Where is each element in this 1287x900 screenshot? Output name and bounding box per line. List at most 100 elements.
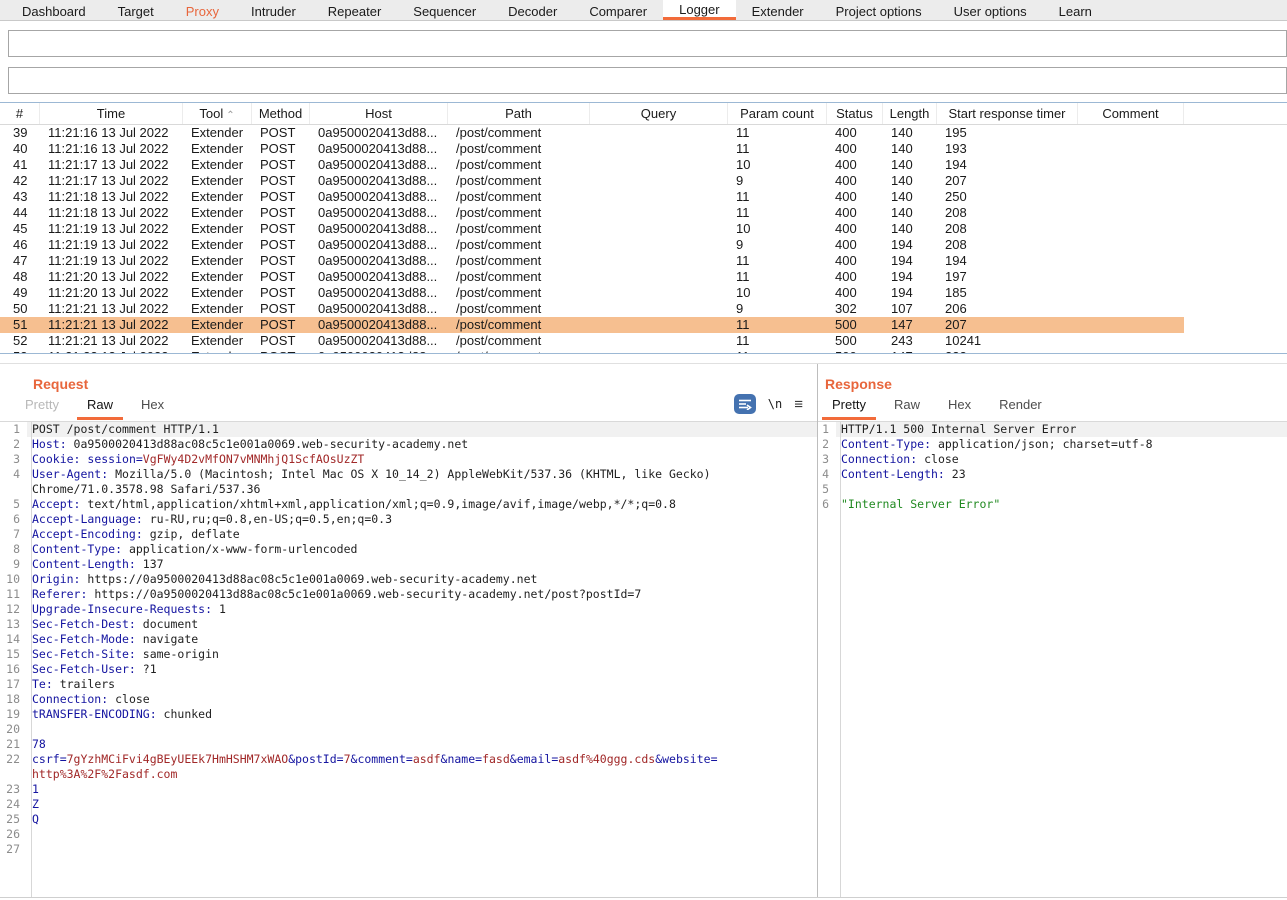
column-header-length[interactable]: Length xyxy=(883,103,937,124)
cell-query xyxy=(590,189,728,205)
line-number: 22 xyxy=(0,752,27,767)
main-tab-extender[interactable]: Extender xyxy=(736,0,820,20)
code-line: 4User-Agent: Mozilla/5.0 (Macintosh; Int… xyxy=(0,467,817,482)
column-header-comment[interactable]: Comment xyxy=(1078,103,1184,124)
cell-time: 11:21:19 13 Jul 2022 xyxy=(40,237,183,253)
cell-params: 9 xyxy=(728,301,827,317)
capture-filter-bar[interactable]: Capture filter: Logger memory limit set … xyxy=(8,30,1287,57)
cell-params: 11 xyxy=(728,317,827,333)
request-panel: Request PrettyRawHex \n ≡ 1POST /post/co… xyxy=(0,364,818,897)
main-tab-dashboard[interactable]: Dashboard xyxy=(6,0,102,20)
cell-query xyxy=(590,333,728,349)
column-header-query[interactable]: Query xyxy=(590,103,728,124)
nonprinting-chars-icon[interactable] xyxy=(734,394,756,414)
table-row[interactable]: 4711:21:19 13 Jul 2022ExtenderPOST0a9500… xyxy=(0,253,1184,269)
response-tab-hex[interactable]: Hex xyxy=(938,393,981,420)
code-text: 1 xyxy=(27,782,817,797)
cell-method: POST xyxy=(252,349,310,354)
code-text: Connection: close xyxy=(27,692,817,707)
line-number: 9 xyxy=(0,557,27,572)
line-number: 8 xyxy=(0,542,27,557)
code-text: Accept-Encoding: gzip, deflate xyxy=(27,527,817,542)
main-tab-target[interactable]: Target xyxy=(102,0,170,20)
column-header-path[interactable]: Path xyxy=(448,103,590,124)
column-header-method[interactable]: Method xyxy=(252,103,310,124)
cell-path: /post/comment xyxy=(448,141,590,157)
cell-comment xyxy=(1078,285,1184,301)
column-header-tool[interactable]: Tool⌃ xyxy=(183,103,252,124)
main-tab-repeater[interactable]: Repeater xyxy=(312,0,397,20)
cell-params: 10 xyxy=(728,285,827,301)
main-tab-learn[interactable]: Learn xyxy=(1043,0,1108,20)
cell-method: POST xyxy=(252,237,310,253)
main-tab-project-options[interactable]: Project options xyxy=(820,0,938,20)
code-line: 12Upgrade-Insecure-Requests: 1 xyxy=(0,602,817,617)
request-tab-hex[interactable]: Hex xyxy=(131,393,174,420)
code-text: tRANSFER-ENCODING: chunked xyxy=(27,707,817,722)
cell-time: 11:21:19 13 Jul 2022 xyxy=(40,221,183,237)
table-row[interactable]: 4411:21:18 13 Jul 2022ExtenderPOST0a9500… xyxy=(0,205,1184,221)
main-tab-intruder[interactable]: Intruder xyxy=(235,0,312,20)
main-tab-comparer[interactable]: Comparer xyxy=(573,0,663,20)
table-row[interactable]: 4311:21:18 13 Jul 2022ExtenderPOST0a9500… xyxy=(0,189,1184,205)
main-tab-user-options[interactable]: User options xyxy=(938,0,1043,20)
column-header-params[interactable]: Param count xyxy=(728,103,827,124)
column-header-timer[interactable]: Start response timer xyxy=(937,103,1078,124)
table-row[interactable]: 5311:21:22 13 Jul 2022ExtenderPOST0a9500… xyxy=(0,349,1184,354)
response-tab-render[interactable]: Render xyxy=(989,393,1052,420)
line-number: 4 xyxy=(818,467,836,482)
request-tab-pretty[interactable]: Pretty xyxy=(15,393,69,420)
code-text: Sec-Fetch-Dest: document xyxy=(27,617,817,632)
table-row[interactable]: 5111:21:21 13 Jul 2022ExtenderPOST0a9500… xyxy=(0,317,1184,333)
response-tab-pretty[interactable]: Pretty xyxy=(822,393,876,420)
view-filter-bar[interactable]: View filter: Showing all items xyxy=(8,67,1287,94)
main-tab-proxy[interactable]: Proxy xyxy=(170,0,235,20)
main-tab-logger[interactable]: Logger xyxy=(663,0,735,20)
cell-path: /post/comment xyxy=(448,301,590,317)
table-row[interactable]: 4511:21:19 13 Jul 2022ExtenderPOST0a9500… xyxy=(0,221,1184,237)
table-row[interactable]: 5211:21:21 13 Jul 2022ExtenderPOST0a9500… xyxy=(0,333,1184,349)
cell-tool: Extender xyxy=(183,189,252,205)
table-row[interactable]: 4211:21:17 13 Jul 2022ExtenderPOST0a9500… xyxy=(0,173,1184,189)
table-row[interactable]: 3911:21:16 13 Jul 2022ExtenderPOST0a9500… xyxy=(0,125,1184,141)
response-panel: Response PrettyRawHexRender 1HTTP/1.1 50… xyxy=(818,364,1287,897)
main-tab-decoder[interactable]: Decoder xyxy=(492,0,573,20)
cell-status: 400 xyxy=(827,141,883,157)
table-row[interactable]: 4811:21:20 13 Jul 2022ExtenderPOST0a9500… xyxy=(0,269,1184,285)
request-tab-raw[interactable]: Raw xyxy=(77,393,123,420)
cell-length: 147 xyxy=(883,317,937,333)
line-number: 11 xyxy=(0,587,27,602)
table-row[interactable]: 5011:21:21 13 Jul 2022ExtenderPOST0a9500… xyxy=(0,301,1184,317)
line-number: 10 xyxy=(0,572,27,587)
cell-params: 9 xyxy=(728,237,827,253)
response-tab-raw[interactable]: Raw xyxy=(884,393,930,420)
request-editor[interactable]: 1POST /post/comment HTTP/1.12Host: 0a950… xyxy=(0,421,817,897)
cell-host: 0a9500020413d88... xyxy=(310,173,448,189)
code-text: Origin: https://0a9500020413d88ac08c5c1e… xyxy=(27,572,817,587)
cell-query xyxy=(590,125,728,141)
cell-comment xyxy=(1078,269,1184,285)
cell-status: 400 xyxy=(827,269,883,285)
cell-time: 11:21:19 13 Jul 2022 xyxy=(40,253,183,269)
column-header-status[interactable]: Status xyxy=(827,103,883,124)
line-number: 2 xyxy=(818,437,836,452)
cell-host: 0a9500020413d88... xyxy=(310,189,448,205)
column-header-num[interactable]: # xyxy=(0,103,40,124)
table-row[interactable]: 4611:21:19 13 Jul 2022ExtenderPOST0a9500… xyxy=(0,237,1184,253)
cell-timer: 194 xyxy=(937,253,1078,269)
cell-path: /post/comment xyxy=(448,205,590,221)
table-row[interactable]: 4111:21:17 13 Jul 2022ExtenderPOST0a9500… xyxy=(0,157,1184,173)
table-row[interactable]: 4911:21:20 13 Jul 2022ExtenderPOST0a9500… xyxy=(0,285,1184,301)
code-line: 26 xyxy=(0,827,817,842)
cell-time: 11:21:18 13 Jul 2022 xyxy=(40,205,183,221)
main-tab-sequencer[interactable]: Sequencer xyxy=(397,0,492,20)
column-header-host[interactable]: Host xyxy=(310,103,448,124)
cell-length: 107 xyxy=(883,301,937,317)
response-editor[interactable]: 1HTTP/1.1 500 Internal Server Error2Cont… xyxy=(818,421,1287,897)
editor-menu-icon[interactable]: ≡ xyxy=(794,396,803,413)
line-number: 5 xyxy=(0,497,27,512)
newline-toggle-icon[interactable]: \n xyxy=(768,397,782,411)
table-row[interactable]: 4011:21:16 13 Jul 2022ExtenderPOST0a9500… xyxy=(0,141,1184,157)
code-text xyxy=(27,827,817,842)
column-header-time[interactable]: Time xyxy=(40,103,183,124)
